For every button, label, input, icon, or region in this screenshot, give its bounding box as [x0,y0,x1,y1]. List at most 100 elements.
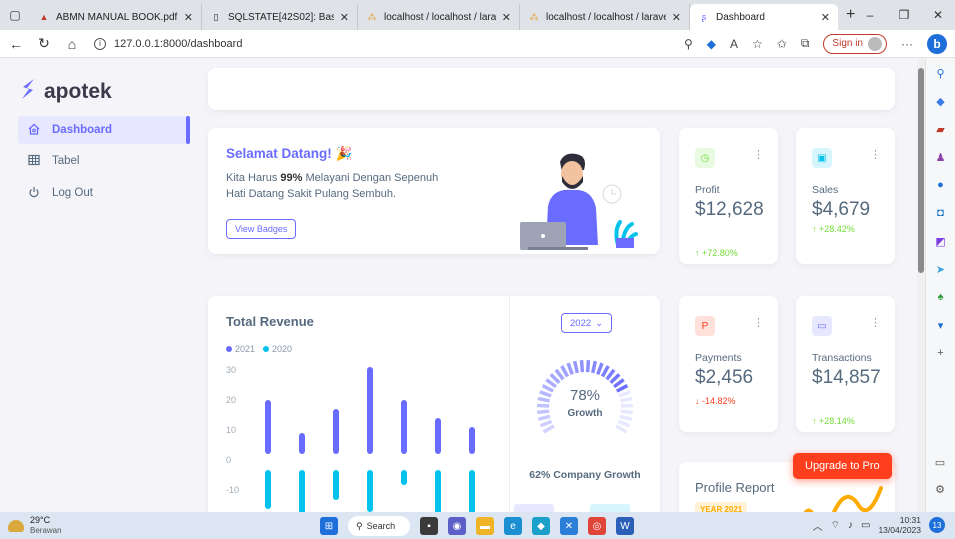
task-view-icon[interactable]: ▪ [420,517,438,535]
scrollbar-thumb[interactable] [918,68,924,273]
url-field[interactable]: i 127.0.0.1:8000/dashboard [94,37,684,50]
vscode-icon[interactable]: ✕ [560,517,578,535]
tab-3[interactable]: ⁂ localhost / localhost / laravel ✕ [520,4,690,30]
back-icon[interactable]: ← [4,32,28,56]
tab-actions-icon[interactable]: ▢ [0,0,30,30]
key-icon[interactable]: ⚲ [684,37,693,51]
home-browser-icon[interactable]: ⌂ [60,32,84,56]
gauge-tick [572,360,579,374]
outlook-icon[interactable]: ◘ [932,204,950,222]
windows-start-icon[interactable]: ⊞ [320,517,338,535]
profile-report-title: Profile Report [695,480,775,495]
total-revenue-card: Total Revenue 2021 2020 30 20 10 0 -10 2022 … [208,296,660,512]
more-icon[interactable]: ··· [901,37,913,51]
close-window-icon[interactable]: ✕ [921,8,955,22]
upgrade-to-pro-button[interactable]: Upgrade to Pro [793,453,892,479]
chevron-up-icon[interactable]: ︿ [813,518,823,533]
tools-icon[interactable]: ▰ [932,120,950,138]
edge-browser-icon[interactable]: e [504,517,522,535]
extension-icon[interactable]: ◆ [707,37,716,51]
restore-icon[interactable]: ❐ [887,8,921,22]
gauge-tick [600,365,610,378]
more-options-icon[interactable]: ⋮ [753,316,764,329]
favorite-add-icon[interactable]: ☆ [752,37,763,51]
read-aloud-icon[interactable]: A [730,37,738,51]
logo-icon [20,78,36,106]
revenue-title: Total Revenue [226,314,314,329]
drop-icon[interactable]: ▾ [932,316,950,334]
battery-icon[interactable]: ▭ [861,520,870,531]
gauge-tick [605,368,616,381]
sign-in-button[interactable]: Sign in [823,33,887,54]
year-badge: YEAR 2021 [695,502,748,512]
collections-icon[interactable]: ⧉ [801,36,810,51]
add-icon[interactable]: + [932,344,950,362]
brand-logo[interactable]: apotek [20,78,112,106]
gauge-tick [545,378,557,389]
more-options-icon[interactable]: ⋮ [753,148,764,161]
games-icon[interactable]: ♟ [932,148,950,166]
chrome-icon[interactable]: ◎ [588,517,606,535]
app-icon[interactable]: ◆ [532,517,550,535]
sidebar-item-logout[interactable]: Log Out [18,179,188,207]
chevron-down-icon: ⌄ [595,317,604,329]
sidebar-item-dashboard[interactable]: Dashboard [18,116,188,144]
tab-4[interactable]: ʂ Dashboard ✕ [690,4,838,30]
search-icon[interactable]: ⚲ [932,64,950,82]
phpmyadmin-icon: ⁂ [367,11,377,22]
teams-chat-icon[interactable]: ◉ [448,517,466,535]
sidebar-toggle-icon[interactable]: ▭ [935,456,945,469]
power-icon [28,186,40,201]
profile-sparkline [803,486,883,512]
tab-close-icon[interactable]: ✕ [184,11,193,24]
office-icon[interactable]: ● [932,176,950,194]
tab-close-icon[interactable]: ✕ [502,11,511,24]
year-select-button[interactable]: 2022 ⌄ [561,313,613,333]
designer-icon[interactable]: ◩ [932,232,950,250]
legend-2020: 2020 [263,344,292,354]
payments-card: P ⋮ Payments $2,456 ↓ -14.82% [679,296,778,432]
more-options-icon[interactable]: ⋮ [870,316,881,329]
weather-widget[interactable]: 29°C Berawan [8,515,62,536]
tab-close-icon[interactable]: ✕ [821,11,830,24]
chart-legend: 2021 2020 [226,344,292,354]
favorites-icon[interactable]: ✩ [777,37,787,51]
tab-1[interactable]: ▯ SQLSTATE[42S02]: Base table ✕ [202,4,358,30]
taskbar: 29°C Berawan ⊞ ⚲ Search ▪ ◉ ▬ e ◆ ✕ ◎ W … [0,512,955,539]
refresh-icon[interactable]: ↻ [32,32,56,56]
bar-2021-1 [299,433,305,454]
bar-2021-2 [333,409,339,454]
tab-close-icon[interactable]: ✕ [340,11,349,24]
minimize-icon[interactable]: – [853,8,887,22]
clock[interactable]: 10:31 13/04/2023 [878,515,921,535]
info-icon[interactable]: i [94,37,106,50]
settings-icon[interactable]: ⚙ [935,483,945,496]
taskbar-search[interactable]: ⚲ Search [348,516,410,536]
tree-icon[interactable]: ♠ [932,288,950,306]
tab-2[interactable]: ⁂ localhost / localhost / laravel ✕ [358,4,520,30]
bar-2020-1 [299,470,305,512]
tab-close-icon[interactable]: ✕ [672,11,681,24]
gauge-tick [591,360,598,374]
sidebar: apotek Dashboard Tabel Log Out [0,58,190,512]
volume-icon[interactable]: ♪ [848,520,853,531]
file-explorer-icon[interactable]: ▬ [476,517,494,535]
scrollbar[interactable] [917,58,925,512]
sidebar-item-tabel[interactable]: Tabel [18,147,188,175]
chart-icon: ◷ [695,148,715,168]
more-options-icon[interactable]: ⋮ [870,148,881,161]
send-icon[interactable]: ➤ [932,260,950,278]
shopping-icon[interactable]: ◆ [932,92,950,110]
credit-card-icon: ▭ [812,316,832,336]
navbar-card [208,68,895,110]
word-icon[interactable]: W [616,517,634,535]
view-badges-button[interactable]: View Badges [226,219,297,239]
bing-icon[interactable]: b [927,33,947,54]
bar-2020-6 [469,470,475,512]
home-icon [28,123,40,138]
tab-0[interactable]: ▲ ABMN MANUAL BOOK.pdf - ✕ [30,4,202,30]
gauge-tick [609,373,621,385]
growth-label: Growth [567,408,603,419]
wifi-icon[interactable]: ⌔ [831,519,840,532]
notification-badge[interactable]: 13 [929,517,945,533]
